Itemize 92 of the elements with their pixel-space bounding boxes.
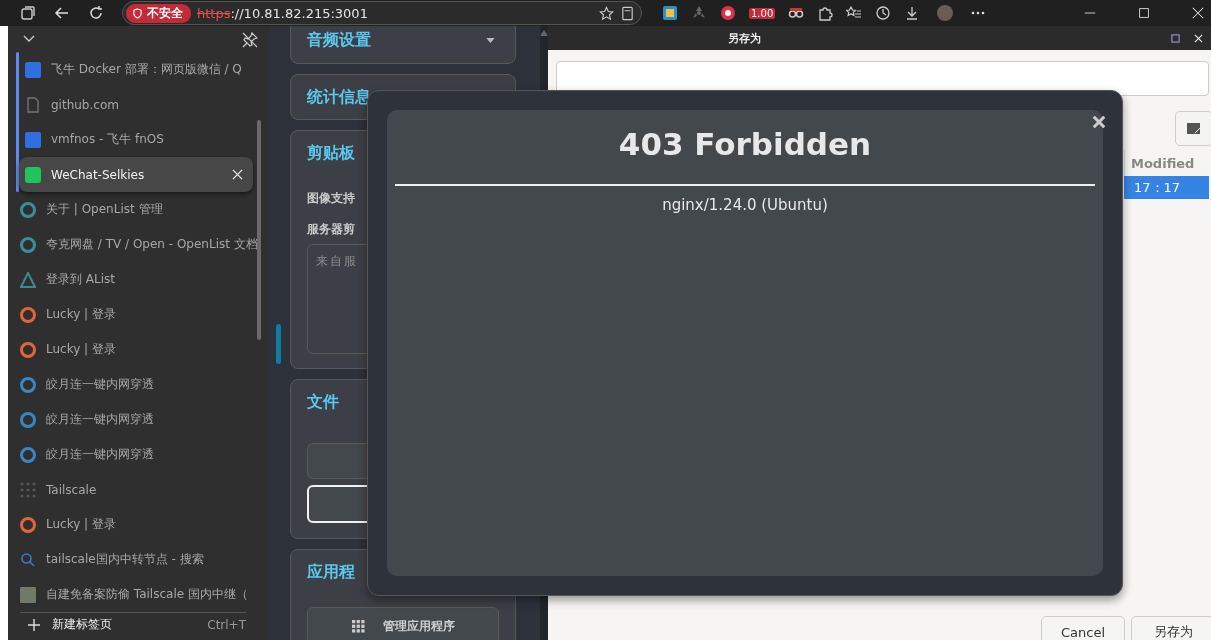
dialog-button[interactable]: Cancel [1041, 616, 1125, 640]
address-bar[interactable]: 不安全 https://10.81.82.215:3001 [122, 1, 642, 25]
tab[interactable]: 皎月连一键内网穿透 [8, 402, 253, 437]
tab[interactable]: tailscale国内中转节点 - 搜索 [8, 542, 253, 577]
puzzle-icon[interactable] [817, 5, 834, 21]
file-row[interactable]: 17：17 [1124, 176, 1209, 199]
site-icon [20, 516, 36, 533]
tab-title: vmfnos - 飞牛 fnOS [51, 131, 165, 148]
tab[interactable]: 皎月连一键内网穿透 [8, 437, 253, 472]
site-icon [25, 166, 41, 183]
close-icon[interactable] [1191, 6, 1205, 20]
site-icon [20, 306, 36, 323]
site-icon [20, 481, 36, 498]
section-title: 应用程 [307, 562, 356, 583]
tab-title: github.com [51, 97, 120, 112]
site-icon [25, 131, 41, 148]
site-icon [20, 271, 36, 288]
dialog-button[interactable]: 另存为 [1131, 616, 1211, 640]
tab-title: 皎月连一键内网穿透 [46, 446, 155, 463]
site-icon [20, 586, 36, 603]
error-heading: 403 Forbidden [618, 126, 872, 162]
new-folder-button[interactable] [1175, 111, 1211, 146]
collapsed-section[interactable]: 音频设置 [290, 26, 516, 64]
site-icon [25, 61, 41, 78]
site-icon [20, 411, 36, 428]
tab[interactable]: 自建免备案防偷 Tailscale 国内中继（ [8, 577, 253, 612]
tab-title: Lucky | 登录 [46, 306, 117, 323]
field-label: 服务器剪 [307, 221, 356, 238]
radiation-icon[interactable] [691, 5, 707, 21]
tab-title: 关于 | OpenList 管理 [46, 201, 164, 218]
tab-title: Lucky | 登录 [46, 341, 117, 358]
scrollbar-thumb[interactable] [257, 120, 261, 340]
tab-title: 皎月连一键内网穿透 [46, 411, 155, 428]
tab[interactable]: 飞牛 Docker 部署：网页版微信 / Q [19, 52, 253, 87]
tab-title: Tailscale [46, 482, 98, 497]
glasses-icon[interactable] [788, 5, 805, 21]
shortcut-hint: Ctrl+T [207, 617, 246, 632]
folder-edit-icon [1186, 121, 1202, 136]
site-icon [20, 376, 36, 393]
scrollbar-thumb[interactable] [276, 324, 281, 364]
extension-badge[interactable]: 1.00 [749, 7, 776, 19]
new-tab-button[interactable]: 新建标签页 Ctrl+T [20, 612, 246, 636]
tab-title: Lucky | 登录 [46, 516, 117, 533]
reading-view-icon[interactable] [620, 5, 635, 21]
field-label: 图像支持 [307, 190, 356, 207]
tab-title: WeChat-Selkies [51, 167, 146, 182]
tab[interactable]: Lucky | 登录 [8, 507, 253, 542]
tab[interactable]: Lucky | 登录 [8, 332, 253, 367]
security-badge[interactable]: 不安全 [126, 3, 191, 23]
tabs-icon[interactable] [20, 5, 36, 21]
tab[interactable]: github.com [19, 87, 253, 122]
dialog-title: 另存为 [728, 30, 761, 46]
tab-title: 夸克网盘 / TV / Open - OpenList 文档 [46, 236, 258, 253]
star-icon[interactable] [599, 5, 614, 21]
tab-title: 飞牛 Docker 部署：网页版微信 / Q [51, 61, 243, 78]
section-title: 音频设置 [307, 29, 371, 51]
tab[interactable]: 登录到 AList [8, 262, 253, 297]
manage-apps-button[interactable]: 管理应用程序 [307, 607, 499, 640]
server-info: nginx/1.24.0 (Ubuntu) [662, 196, 828, 214]
site-icon [20, 446, 36, 463]
extension-icon[interactable] [720, 5, 736, 21]
refresh-icon[interactable] [88, 5, 104, 21]
tab[interactable]: vmfnos - 飞牛 fnOS [19, 122, 253, 157]
site-icon [25, 96, 41, 113]
site-icon [20, 236, 36, 253]
scroll-up-icon[interactable] [540, 30, 548, 36]
site-icon [20, 551, 36, 568]
section-title: 剪贴板 [307, 143, 356, 164]
tab[interactable]: 关于 | OpenList 管理 [8, 192, 253, 227]
tab[interactable]: WeChat-Selkies [19, 157, 253, 192]
new-tab-label: 新建标签页 [52, 616, 113, 633]
history-icon[interactable] [875, 5, 892, 21]
tab-title: 登录到 AList [46, 271, 116, 288]
caret-icon [486, 37, 495, 43]
favorites-icon[interactable] [846, 5, 863, 21]
tab[interactable]: 皎月连一键内网穿透 [8, 367, 253, 402]
site-icon [20, 341, 36, 358]
extension-icon[interactable] [662, 5, 678, 21]
maximize-icon[interactable] [1137, 6, 1151, 20]
tab-title: 自建免备案防偷 Tailscale 国内中继（ [46, 586, 248, 603]
unpin-icon[interactable] [242, 32, 258, 48]
back-icon[interactable] [54, 5, 70, 21]
plus-icon [28, 618, 40, 631]
tab-title: 皎月连一键内网穿透 [46, 376, 155, 393]
site-icon [20, 201, 36, 218]
tab[interactable]: Lucky | 登录 [8, 297, 253, 332]
section-title: 文件 [307, 392, 340, 413]
column-header[interactable]: Modified [1131, 155, 1195, 171]
tab[interactable]: Tailscale [8, 472, 253, 507]
tab-title: tailscale国内中转节点 - 搜索 [46, 551, 205, 568]
grid-icon [351, 619, 365, 633]
close-icon[interactable] [1092, 115, 1106, 129]
